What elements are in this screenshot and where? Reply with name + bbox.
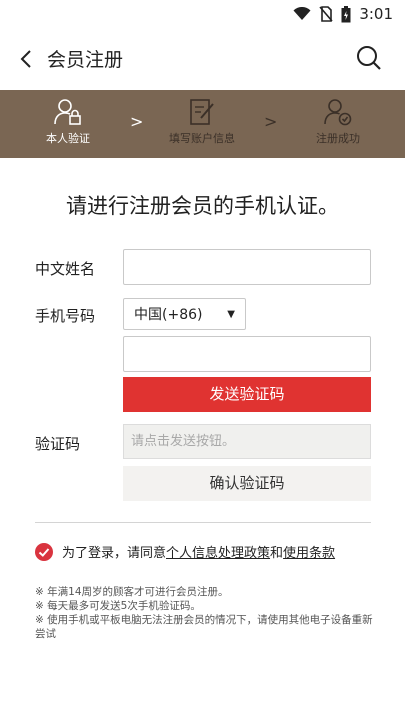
- phone-label: 手机号码: [35, 307, 96, 325]
- step-separator: >: [264, 112, 278, 131]
- confirm-code-button[interactable]: 确认验证码: [123, 466, 371, 501]
- name-label: 中文姓名: [35, 260, 96, 278]
- agreement-row: 为了登录，请同意个人信息处理政策和使用条款: [35, 542, 335, 561]
- step-label: 本人验证: [46, 132, 90, 145]
- clock: 3:01: [359, 5, 393, 23]
- no-sim-icon: [319, 6, 333, 22]
- step-registration-success: 注册成功: [288, 98, 388, 146]
- page-headline: 请进行注册会员的手机认证。: [66, 194, 339, 218]
- step-separator: >: [130, 112, 144, 131]
- note-item: ※ 每天最多可发送5次手机验证码。: [35, 600, 201, 612]
- app-bar: 会员注册: [0, 36, 405, 80]
- terms-of-use-link[interactable]: 使用条款: [283, 546, 335, 561]
- divider: [35, 522, 371, 523]
- dropdown-caret-icon: ▼: [227, 308, 235, 320]
- phone-number-input[interactable]: [123, 336, 371, 372]
- search-icon[interactable]: [355, 44, 383, 72]
- step-identity-verification: 本人验证: [18, 98, 118, 146]
- user-lock-icon: [54, 99, 81, 125]
- agreement-prefix: 为了登录，请同意: [62, 546, 167, 561]
- note-item: ※ 年满14周岁的顾客才可进行会员注册。: [35, 586, 229, 598]
- step-account-info: 填写账户信息: [152, 98, 252, 146]
- wifi-icon: [293, 7, 311, 20]
- name-input[interactable]: [123, 249, 371, 285]
- battery-icon: [341, 5, 351, 22]
- step-label: 注册成功: [316, 132, 360, 145]
- agreement-and: 和: [270, 546, 284, 561]
- checkbox-checked-icon[interactable]: [35, 542, 53, 561]
- send-code-button[interactable]: 发送验证码: [123, 377, 371, 412]
- status-bar: 3:01: [0, 0, 405, 28]
- code-label: 验证码: [35, 435, 81, 453]
- page-title: 会员注册: [47, 49, 124, 71]
- country-code-select[interactable]: 中国(+86) ▼: [123, 298, 246, 330]
- back-arrow-icon[interactable]: [14, 46, 40, 72]
- step-label: 填写账户信息: [169, 132, 235, 145]
- agreement-text: 为了登录，请同意个人信息处理政策和使用条款: [62, 542, 335, 561]
- edit-document-icon: [190, 99, 214, 125]
- registration-steps: 本人验证 > 填写账户信息 > 注册成功: [0, 90, 405, 158]
- verification-code-input[interactable]: 请点击发送按钮。: [123, 424, 371, 459]
- user-check-icon: [324, 99, 352, 126]
- privacy-policy-link[interactable]: 个人信息处理政策: [166, 546, 270, 561]
- note-item: ※ 使用手机或平板电脑无法注册会员的情况下，请使用其他电子设备重新尝试: [35, 614, 373, 640]
- notes: ※ 年满14周岁的顾客才可进行会员注册。 ※ 每天最多可发送5次手机验证码。 ※…: [35, 585, 375, 641]
- country-code-value: 中国(+86): [134, 307, 203, 323]
